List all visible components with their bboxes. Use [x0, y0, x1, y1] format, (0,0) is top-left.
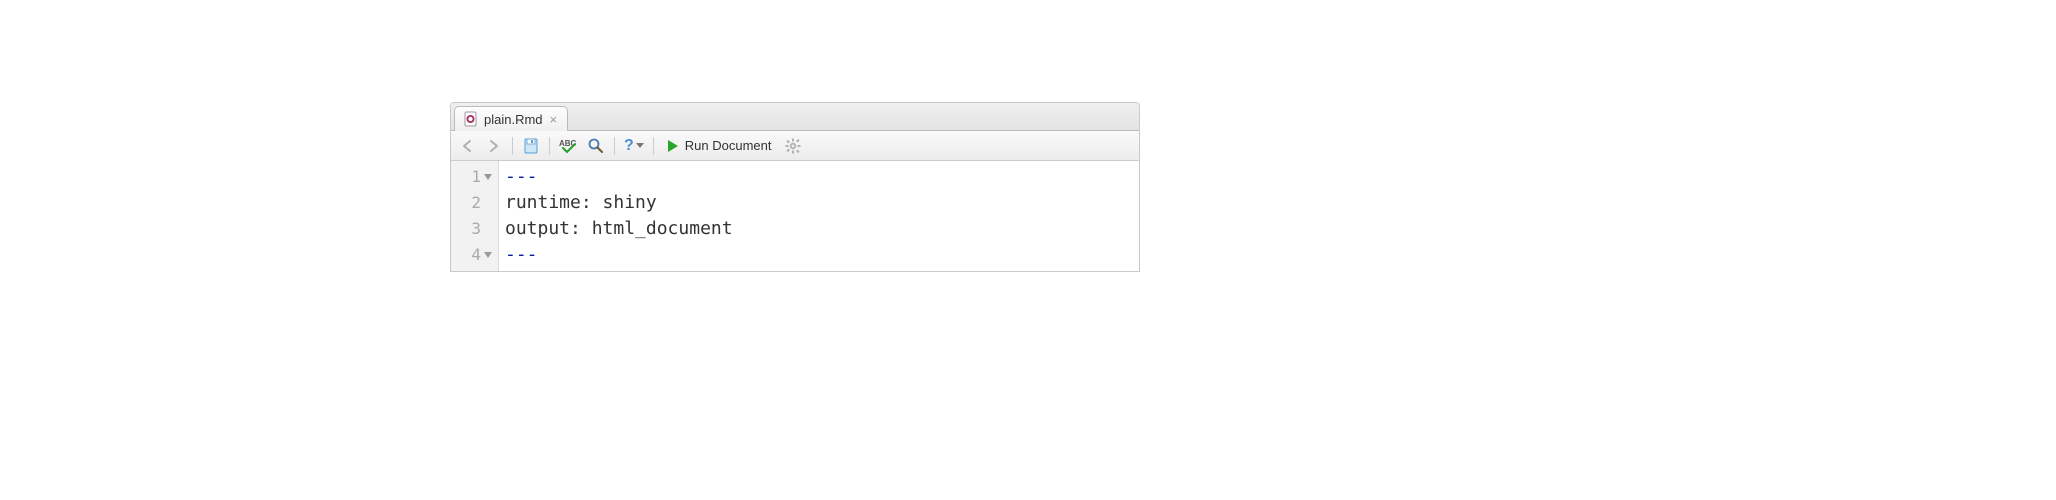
line-number-gutter: 1 2 3 4: [451, 161, 499, 271]
arrow-right-icon: [485, 138, 503, 154]
line-number: 1: [451, 164, 498, 190]
code-line: output: html_document: [505, 216, 1133, 242]
svg-text:ABC: ABC: [559, 139, 577, 148]
save-icon: [522, 137, 540, 155]
run-document-label: Run Document: [685, 138, 772, 153]
forward-button[interactable]: [483, 136, 505, 156]
toolbar-separator: [512, 137, 513, 155]
fold-marker-icon[interactable]: [484, 174, 492, 180]
help-icon: ?: [624, 137, 634, 155]
spellcheck-button[interactable]: ABC: [557, 135, 581, 157]
line-number: 2: [451, 190, 498, 216]
magnifier-icon: [587, 137, 605, 155]
toolbar-separator: [549, 137, 550, 155]
spellcheck-icon: ABC: [559, 137, 579, 155]
settings-button[interactable]: [782, 135, 804, 157]
tab-filename: plain.Rmd: [484, 112, 543, 127]
code-line: ---: [505, 164, 1133, 190]
play-icon: [667, 139, 679, 153]
fold-marker-icon[interactable]: [484, 252, 492, 258]
line-number: 4: [451, 242, 498, 268]
code-content[interactable]: --- runtime: shiny output: html_document…: [499, 161, 1139, 271]
run-document-button[interactable]: Run Document: [661, 136, 778, 155]
code-line: ---: [505, 242, 1133, 268]
help-button[interactable]: ?: [622, 135, 646, 157]
tab-bar: plain.Rmd ×: [451, 103, 1139, 131]
editor-toolbar: ABC ? Run Document: [451, 131, 1139, 161]
code-editor[interactable]: 1 2 3 4 --- runtime: shiny output: html_…: [451, 161, 1139, 271]
back-button[interactable]: [457, 136, 479, 156]
gear-icon: [784, 137, 802, 155]
find-button[interactable]: [585, 135, 607, 157]
file-tab[interactable]: plain.Rmd ×: [454, 106, 568, 131]
code-line: runtime: shiny: [505, 190, 1133, 216]
close-tab-icon[interactable]: ×: [550, 112, 558, 127]
chevron-down-icon: [636, 143, 644, 148]
line-number: 3: [451, 216, 498, 242]
arrow-left-icon: [459, 138, 477, 154]
save-button[interactable]: [520, 135, 542, 157]
toolbar-separator: [614, 137, 615, 155]
editor-window: plain.Rmd × ABC: [450, 102, 1140, 272]
rmd-file-icon: [463, 111, 479, 127]
toolbar-separator: [653, 137, 654, 155]
